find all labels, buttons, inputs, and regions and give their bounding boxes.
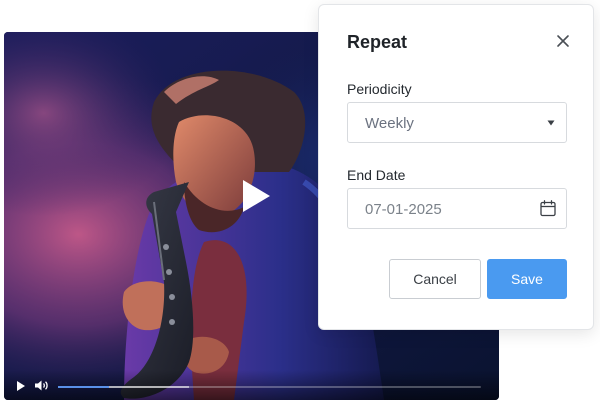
volume-icon[interactable] (34, 379, 49, 392)
progress-fill (58, 386, 109, 388)
repeat-dialog: Repeat Periodicity Weekly End Date 07-01… (318, 4, 594, 330)
play-icon[interactable] (16, 380, 26, 392)
end-date-value: 07-01-2025 (365, 201, 442, 218)
cancel-button[interactable]: Cancel (389, 259, 481, 299)
end-date-input[interactable]: 07-01-2025 (347, 188, 567, 229)
save-button[interactable]: Save (487, 259, 567, 299)
video-controls-bar (4, 370, 499, 400)
video-progress-bar[interactable] (58, 386, 481, 388)
dialog-title: Repeat (347, 32, 408, 52)
play-overlay-icon[interactable] (240, 178, 272, 214)
end-date-label: End Date (347, 167, 406, 183)
caret-down-icon (547, 120, 555, 126)
periodicity-label: Periodicity (347, 81, 412, 97)
close-icon[interactable] (555, 33, 571, 49)
calendar-icon[interactable] (540, 200, 556, 217)
periodicity-value: Weekly (365, 115, 414, 132)
periodicity-select[interactable]: Weekly (347, 102, 567, 143)
